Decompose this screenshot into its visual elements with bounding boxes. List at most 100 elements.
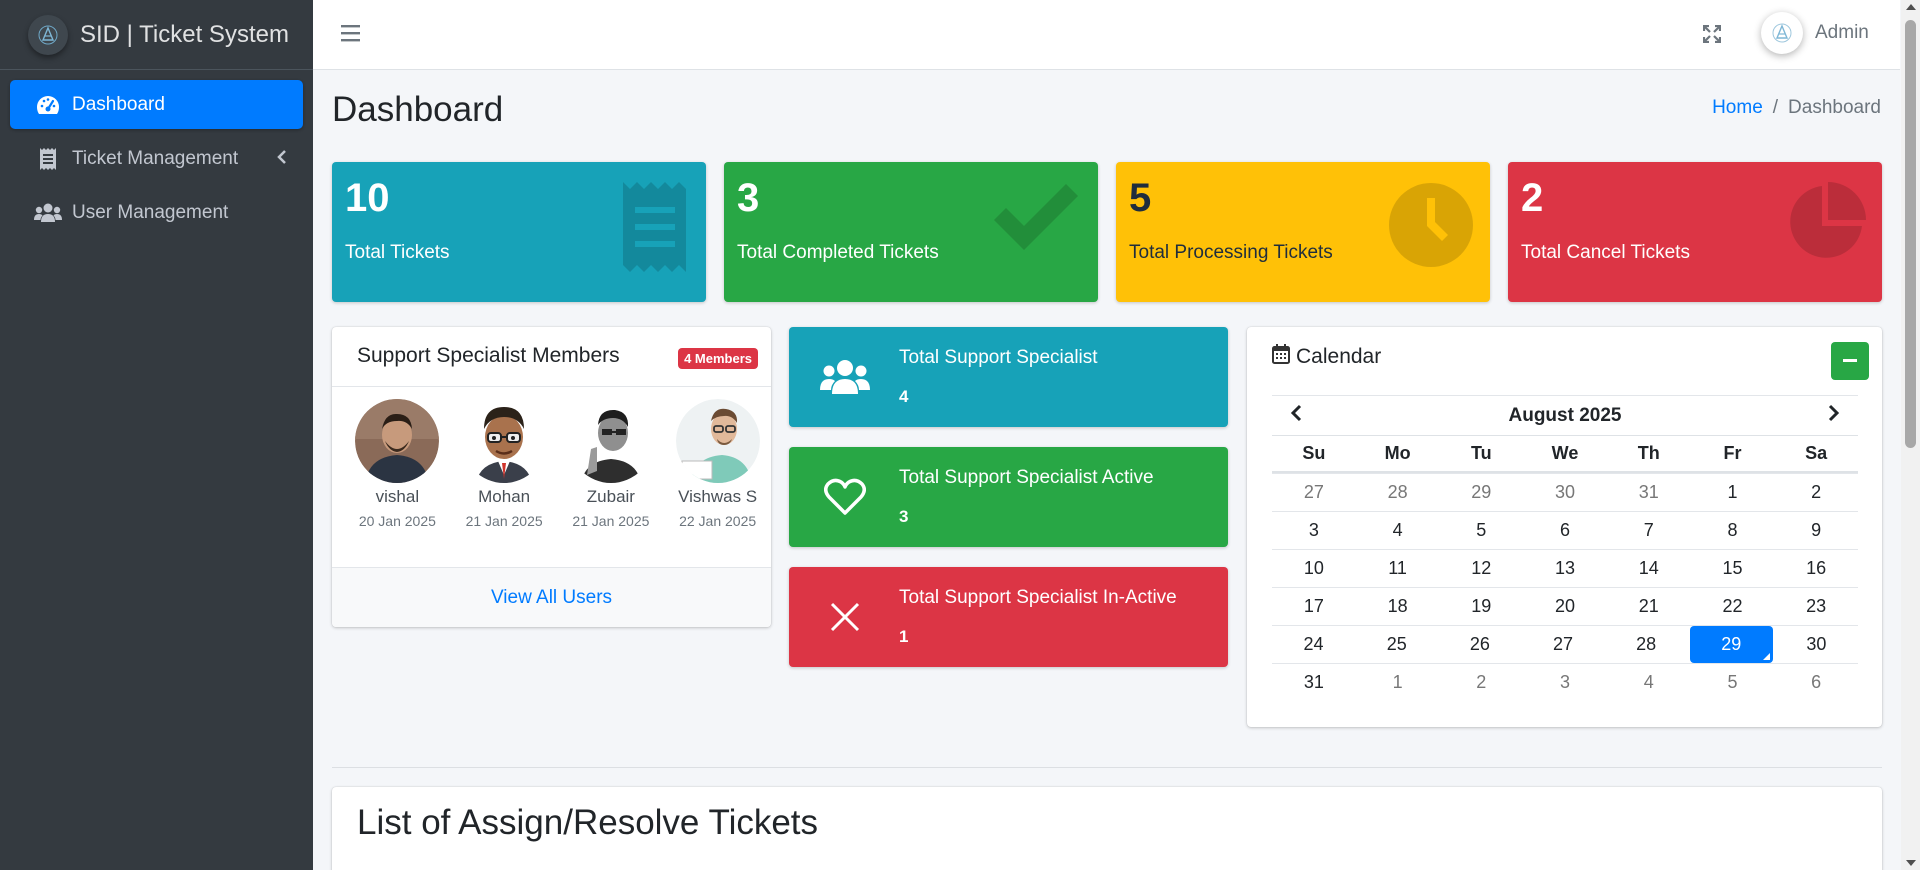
calendar-day[interactable]: 2 <box>1774 474 1858 511</box>
calendar-day[interactable]: 31 <box>1272 664 1356 701</box>
calendar-day[interactable]: 20 <box>1523 588 1607 625</box>
calendar-day[interactable]: 1 <box>1691 474 1775 511</box>
calendar-day[interactable]: 1 <box>1356 664 1440 701</box>
calendar-grid: August 2025 Su Mo Tu We Th Fr Sa 27 28 29 3… <box>1272 395 1858 701</box>
stat-label: Total Processing Tickets <box>1129 242 1333 263</box>
calendar-day[interactable]: 31 <box>1607 474 1691 511</box>
brand[interactable]: SID | Ticket System <box>0 0 313 70</box>
info-box-title: Total Support Specialist <box>899 347 1098 368</box>
calendar-icon <box>1272 344 1290 370</box>
sidebar-nav: Dashboard Ticket Management User Managem… <box>0 70 313 252</box>
members-count-badge: 4 Members <box>678 348 758 369</box>
avatar <box>355 399 440 483</box>
calendar-day[interactable]: 15 <box>1691 550 1775 587</box>
member-name: Zubair <box>586 487 635 506</box>
support-specialist-members-card: Support Specialist Members 4 Members vis… <box>332 327 771 627</box>
calendar-week-row: 31 1 2 3 4 5 6 <box>1272 663 1858 701</box>
fullscreen-expand-icon[interactable] <box>1702 24 1722 48</box>
info-box-total-specialist[interactable]: Total Support Specialist 4 <box>789 327 1228 427</box>
calendar-month: August 2025 <box>1508 404 1622 426</box>
info-box-value: 3 <box>899 507 909 526</box>
stat-total-tickets[interactable]: 10 Total Tickets <box>332 162 706 302</box>
member-item[interactable]: Zubair 21 Jan 2025 <box>558 399 665 529</box>
calendar-day[interactable]: 16 <box>1774 550 1858 587</box>
next-month-icon[interactable] <box>1828 404 1840 427</box>
calendar-day[interactable]: 7 <box>1607 512 1691 549</box>
member-item[interactable]: Mohan 21 Jan 2025 <box>451 399 558 529</box>
calendar-day[interactable]: 8 <box>1691 512 1775 549</box>
calendar-day[interactable]: 10 <box>1272 550 1356 587</box>
avatar <box>462 399 547 483</box>
calendar-card: Calendar August 2025 Su Mo Tu We Th Fr S… <box>1247 327 1882 727</box>
calendar-day[interactable]: 3 <box>1523 664 1607 701</box>
calendar-day[interactable]: 17 <box>1272 588 1356 625</box>
calendar-day[interactable]: 6 <box>1523 512 1607 549</box>
calendar-day[interactable]: 22 <box>1691 588 1775 625</box>
calendar-day[interactable]: 5 <box>1691 664 1775 701</box>
calendar-day[interactable]: 24 <box>1272 626 1355 663</box>
calendar-day[interactable]: 27 <box>1272 474 1356 511</box>
tachometer-icon <box>34 94 62 116</box>
view-all-users-link[interactable]: View All Users <box>332 567 771 627</box>
calendar-day[interactable]: 4 <box>1356 512 1440 549</box>
calendar-day[interactable]: 12 <box>1439 550 1523 587</box>
calendar-day[interactable]: 27 <box>1521 626 1604 663</box>
calendar-day[interactable]: 21 <box>1607 588 1691 625</box>
calendar-day[interactable]: 5 <box>1439 512 1523 549</box>
calendar-day[interactable]: 26 <box>1438 626 1521 663</box>
scroll-thumb[interactable] <box>1905 20 1916 448</box>
weekday: Mo <box>1384 443 1411 463</box>
calendar-day[interactable]: 23 <box>1774 588 1858 625</box>
users-icon <box>34 202 62 224</box>
stat-completed-tickets[interactable]: 3 Total Completed Tickets <box>724 162 1098 302</box>
brand-title: SID | Ticket System <box>80 20 289 48</box>
users-icon <box>817 355 873 399</box>
info-box-active-specialist[interactable]: Total Support Specialist Active 3 <box>789 447 1228 547</box>
calendar-day[interactable]: 14 <box>1607 550 1691 587</box>
calendar-day[interactable]: 9 <box>1774 512 1858 549</box>
breadcrumb-separator: / <box>1772 97 1779 118</box>
user-name: Admin <box>1815 22 1869 43</box>
calendar-day[interactable]: 28 <box>1605 626 1688 663</box>
calendar-day[interactable]: 29 <box>1689 626 1773 663</box>
calendar-day[interactable]: 11 <box>1356 550 1440 587</box>
user-menu[interactable]: Admin <box>1761 12 1869 54</box>
breadcrumb-home-link[interactable]: Home <box>1712 97 1763 119</box>
calendar-day[interactable]: 13 <box>1523 550 1607 587</box>
scroll-down-icon[interactable] <box>1906 860 1916 866</box>
sidebar-item-dashboard[interactable]: Dashboard <box>10 80 303 129</box>
calendar-day[interactable]: 2 <box>1439 664 1523 701</box>
calendar-day[interactable]: 18 <box>1356 588 1440 625</box>
collapse-button[interactable] <box>1831 342 1869 380</box>
calendar-day[interactable]: 3 <box>1272 512 1356 549</box>
calendar-nav: August 2025 <box>1272 395 1858 435</box>
info-box-inactive-specialist[interactable]: Total Support Specialist In-Active 1 <box>789 567 1228 667</box>
sidebar-item-user-management[interactable]: User Management <box>10 188 303 237</box>
info-box-title: Total Support Specialist Active <box>899 467 1154 488</box>
sidebar-item-ticket-management[interactable]: Ticket Management <box>10 134 303 183</box>
page-scrollbar[interactable] <box>1901 0 1920 870</box>
stat-processing-tickets[interactable]: 5 Total Processing Tickets <box>1116 162 1490 302</box>
avatar <box>675 399 760 483</box>
stat-cancel-tickets[interactable]: 2 Total Cancel Tickets <box>1508 162 1882 302</box>
member-item[interactable]: Vishwas S 22 Jan 2025 <box>664 399 771 529</box>
calendar-day[interactable]: 6 <box>1774 664 1858 701</box>
calendar-week-row: 17 18 19 20 21 22 23 <box>1272 587 1858 625</box>
scroll-up-icon[interactable] <box>1906 4 1916 10</box>
hamburger-menu-icon[interactable] <box>341 24 361 47</box>
calendar-day[interactable]: 30 <box>1523 474 1607 511</box>
calendar-day[interactable]: 25 <box>1355 626 1438 663</box>
stat-value: 2 <box>1521 176 1544 220</box>
prev-month-icon[interactable] <box>1290 404 1302 427</box>
avatar <box>568 399 653 483</box>
tickets-list-title: List of Assign/Resolve Tickets <box>357 803 819 842</box>
calendar-day[interactable]: 19 <box>1439 588 1523 625</box>
sidebar-item-label: Dashboard <box>72 93 165 115</box>
calendar-weeks: 27 28 29 30 31 1 2 3 4 5 6 7 8 9 10 11 12 13 14 15 16 17 18 19 2… <box>1272 473 1858 701</box>
calendar-day[interactable]: 28 <box>1356 474 1440 511</box>
weekday: Sa <box>1805 443 1828 463</box>
calendar-day[interactable]: 30 <box>1775 626 1858 663</box>
calendar-day[interactable]: 4 <box>1607 664 1691 701</box>
member-item[interactable]: vishal 20 Jan 2025 <box>344 399 451 529</box>
calendar-day[interactable]: 29 <box>1439 474 1523 511</box>
